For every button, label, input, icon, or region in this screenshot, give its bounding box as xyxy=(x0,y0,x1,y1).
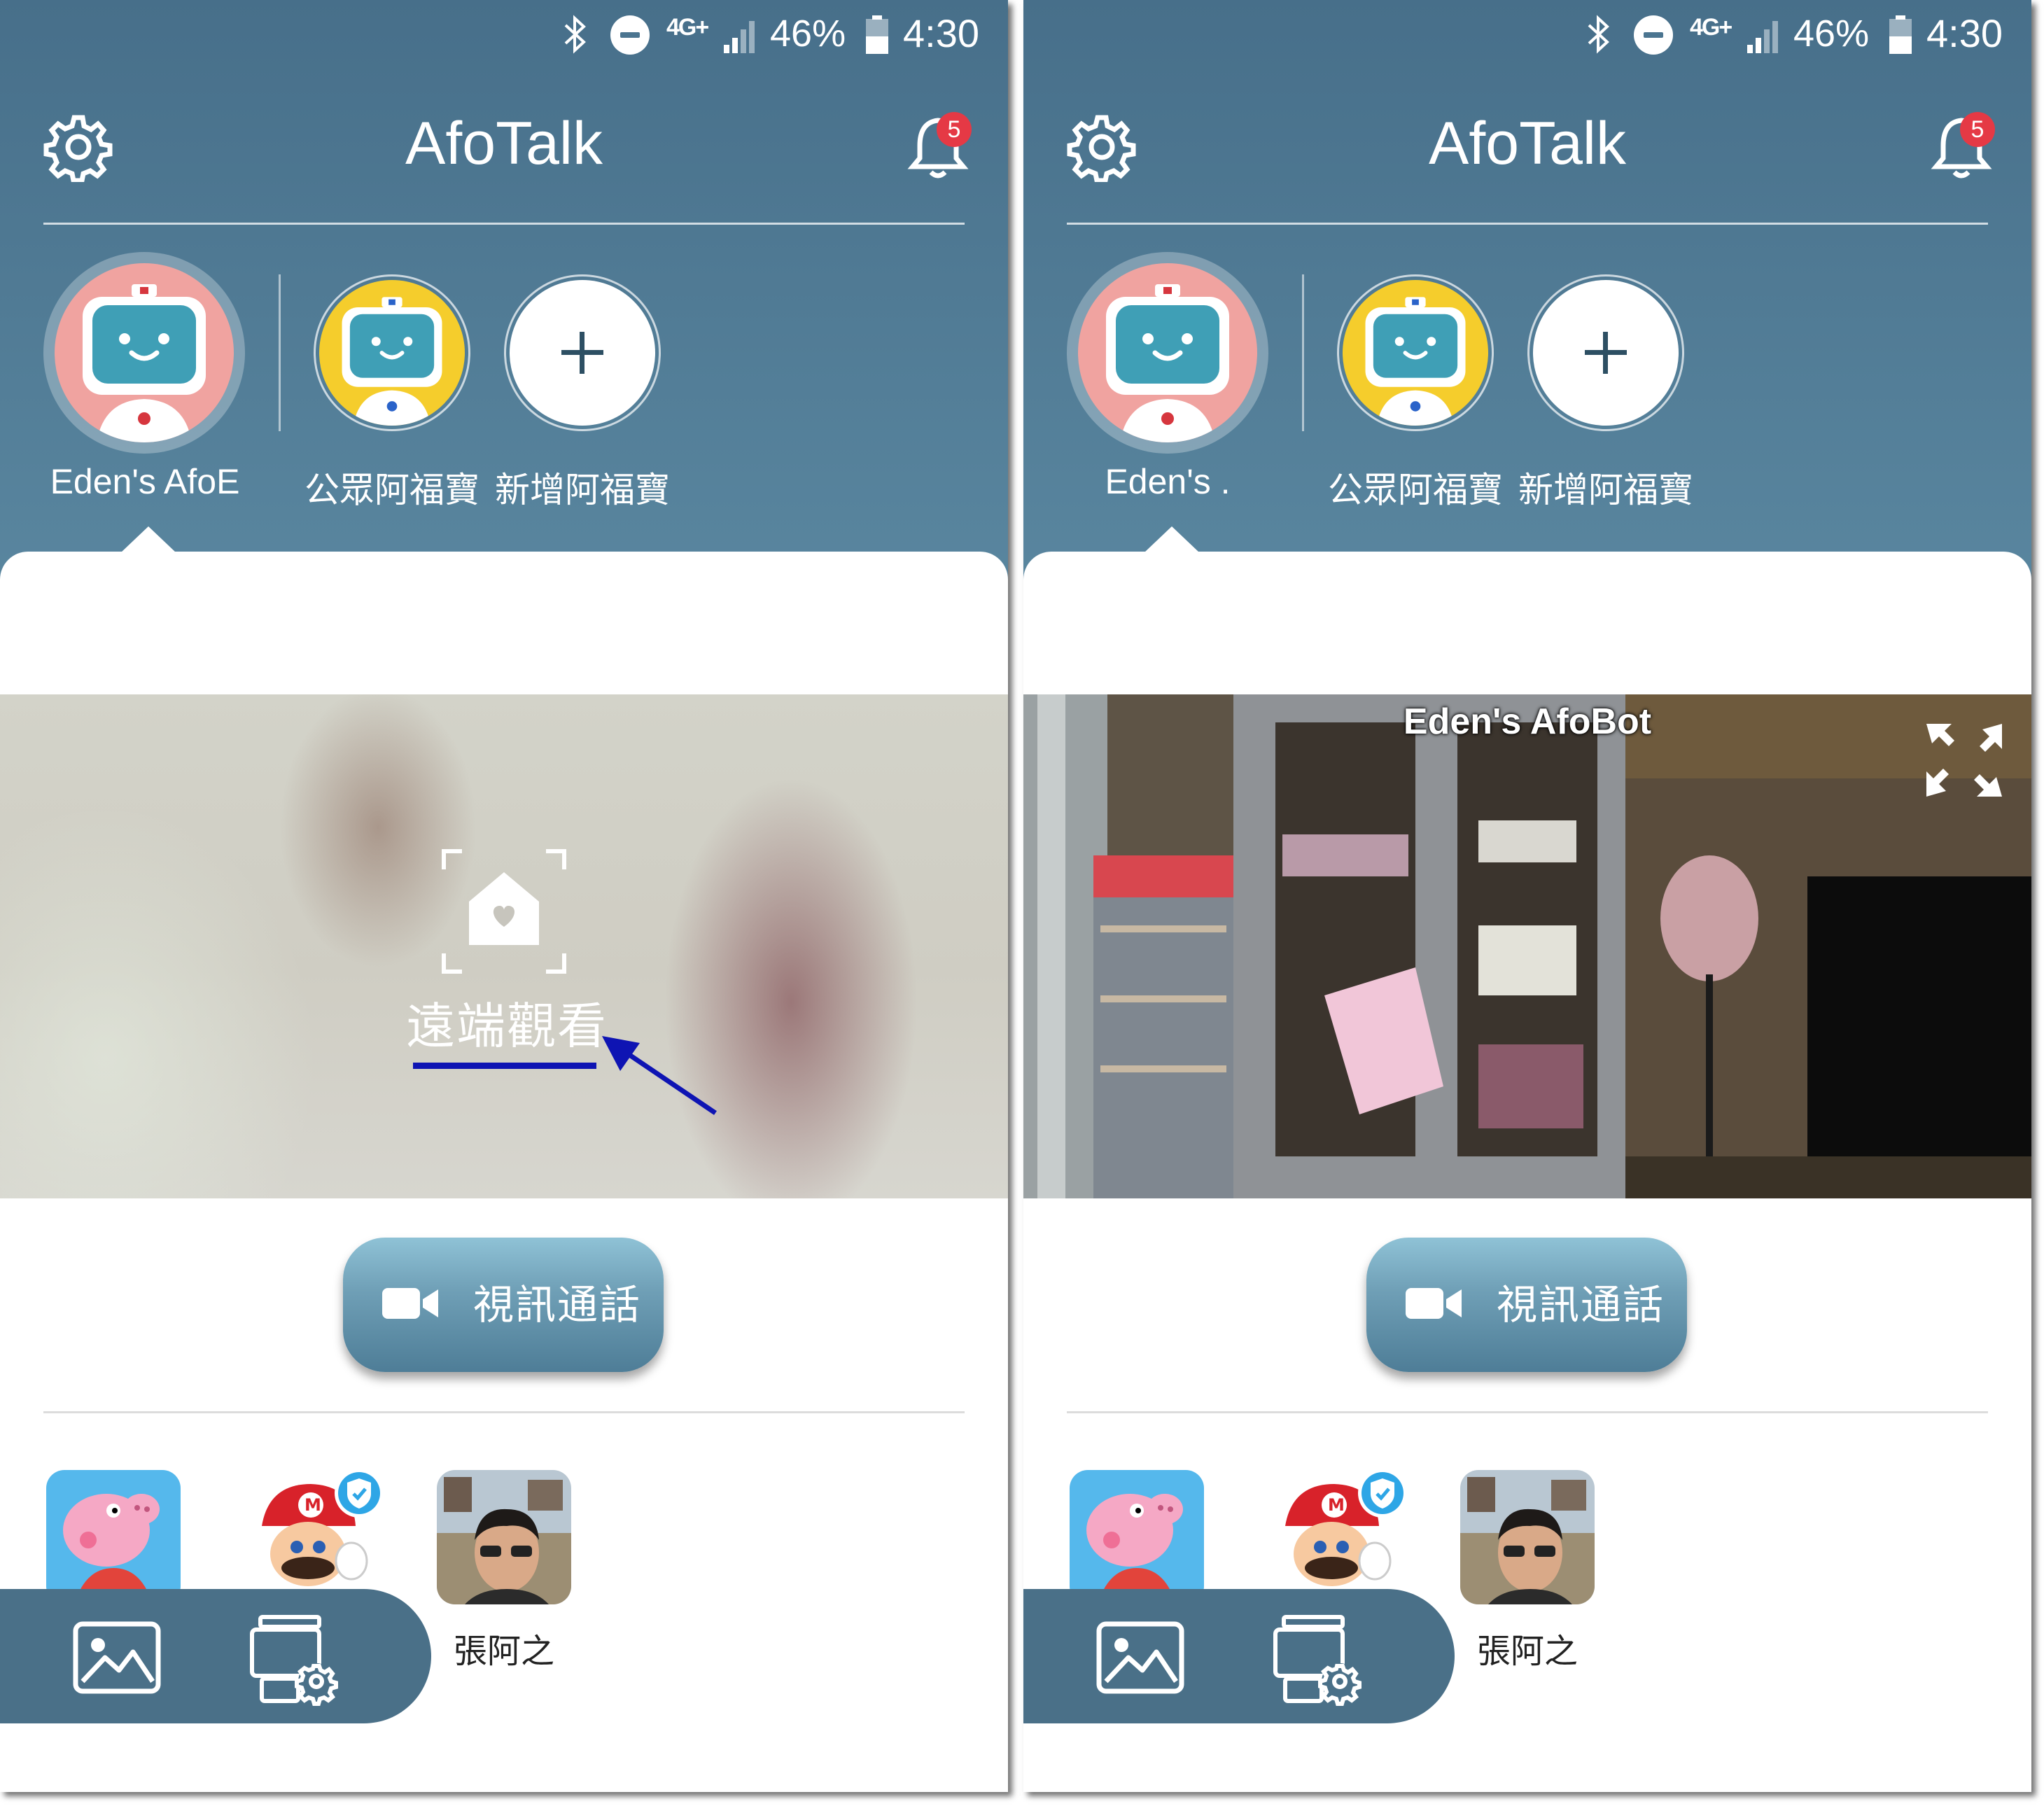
remote-view-home-icon xyxy=(442,849,566,974)
live-video-feed[interactable]: Eden's AfoBot xyxy=(1023,694,2031,1198)
remote-view-label[interactable]: 遠端觀看 xyxy=(406,997,608,1056)
bot-label: 新增阿福寶 xyxy=(1518,470,1693,510)
clock: 4:30 xyxy=(903,11,979,55)
afobot-yellow-avatar xyxy=(1343,280,1488,426)
bot-selector-divider xyxy=(279,274,281,431)
afobot-pink-avatar xyxy=(1078,263,1257,442)
phone-screen-live-video: 4G+ 46% 4:30 AfoTalk 5 Eden's . 公眾阿福寶 新增… xyxy=(1023,0,2031,1792)
app-title: AfoTalk xyxy=(405,110,603,177)
settings-gear-icon[interactable] xyxy=(1067,112,1137,182)
robot-face-icon xyxy=(1365,297,1466,426)
fullscreen-icon[interactable] xyxy=(1924,721,2005,799)
annotation-arrow-icon xyxy=(602,1036,717,1115)
plus-icon xyxy=(561,332,603,374)
bot-label: Eden's AfoE xyxy=(50,462,240,501)
svg-text:M: M xyxy=(304,1495,321,1515)
contact-zhang[interactable] xyxy=(437,1470,571,1604)
svg-text:M: M xyxy=(1328,1495,1345,1515)
settings-gear-icon[interactable] xyxy=(43,112,113,182)
signal-icon xyxy=(1747,21,1778,53)
bluetooth-icon xyxy=(1588,15,1609,54)
bot-label: Eden's . xyxy=(1105,462,1231,501)
battery-icon xyxy=(1889,15,1912,54)
bot-label: 公眾阿福寶 xyxy=(1328,470,1503,510)
gallery-icon[interactable] xyxy=(73,1621,161,1694)
signal-icon xyxy=(724,21,755,53)
contact-name: 張阿之 xyxy=(454,1633,555,1670)
notification-badge: 5 xyxy=(1960,112,1995,147)
gallery-icon[interactable] xyxy=(1096,1621,1184,1694)
robot-face-icon xyxy=(342,297,442,426)
remote-view-area[interactable]: 遠端觀看 xyxy=(0,694,1008,1198)
notification-badge: 5 xyxy=(937,112,972,147)
do-not-disturb-icon xyxy=(1634,15,1673,55)
network-type: 4G+ xyxy=(1690,14,1732,41)
camera-scene-image xyxy=(1023,694,2031,1198)
verified-badge-icon xyxy=(335,1469,384,1518)
peppa-pig-avatar-icon xyxy=(1070,1470,1204,1604)
contact-peppa-pig[interactable] xyxy=(46,1470,181,1604)
video-camera-icon xyxy=(1406,1288,1462,1319)
contacts-divider xyxy=(43,1411,965,1413)
selection-pointer xyxy=(1144,526,1200,553)
contacts-divider xyxy=(1067,1411,1988,1413)
robot-face-icon xyxy=(83,284,206,442)
photo-avatar-icon xyxy=(1460,1470,1595,1604)
photo-avatar-icon xyxy=(437,1470,571,1604)
peppa-pig-avatar-icon xyxy=(46,1470,181,1604)
header-divider xyxy=(1067,223,1988,225)
add-bot-button[interactable] xyxy=(510,280,655,426)
selection-pointer xyxy=(120,526,176,553)
add-bot-button[interactable] xyxy=(1533,280,1679,426)
video-call-button[interactable]: 視訊通話 xyxy=(343,1238,664,1372)
video-call-label: 視訊通話 xyxy=(473,1282,642,1328)
afobot-yellow-avatar xyxy=(319,280,465,426)
bluetooth-icon xyxy=(564,15,586,54)
contact-zhang[interactable] xyxy=(1460,1470,1595,1604)
battery-percent: 46% xyxy=(1793,13,1870,55)
plus-icon xyxy=(1585,332,1627,374)
video-title: Eden's AfoBot xyxy=(1403,701,1652,742)
status-bar: 4G+ 46% 4:30 xyxy=(0,0,1008,70)
device-settings-icon[interactable] xyxy=(249,1614,343,1708)
header-divider xyxy=(43,223,965,225)
do-not-disturb-icon xyxy=(610,15,650,55)
contact-peppa-pig[interactable] xyxy=(1070,1470,1204,1604)
bot-label: 新增阿福寶 xyxy=(495,470,670,510)
battery-percent: 46% xyxy=(770,13,846,55)
phone-screen-remote-view: 4G+ 46% 4:30 AfoTalk 5 Eden's AfoE 公眾阿福寶… xyxy=(0,0,1008,1792)
robot-face-icon xyxy=(1106,284,1229,442)
annotation-underline xyxy=(413,1063,596,1069)
bottom-dock xyxy=(0,1589,431,1723)
app-title: AfoTalk xyxy=(1428,110,1627,177)
network-type: 4G+ xyxy=(666,14,709,41)
bot-label: 公眾阿福寶 xyxy=(304,470,479,510)
clock: 4:30 xyxy=(1926,11,2003,55)
bot-selector-divider xyxy=(1302,274,1304,431)
afobot-pink-avatar xyxy=(55,263,234,442)
battery-icon xyxy=(866,15,888,54)
contact-name: 張阿之 xyxy=(1477,1633,1578,1670)
video-call-label: 視訊通話 xyxy=(1497,1282,1665,1328)
bottom-dock xyxy=(1023,1589,1455,1723)
status-bar: 4G+ 46% 4:30 xyxy=(1023,0,2031,70)
video-call-button[interactable]: 視訊通話 xyxy=(1366,1238,1687,1372)
video-camera-icon xyxy=(382,1288,438,1319)
verified-badge-icon xyxy=(1358,1469,1407,1518)
device-settings-icon[interactable] xyxy=(1273,1614,1366,1708)
